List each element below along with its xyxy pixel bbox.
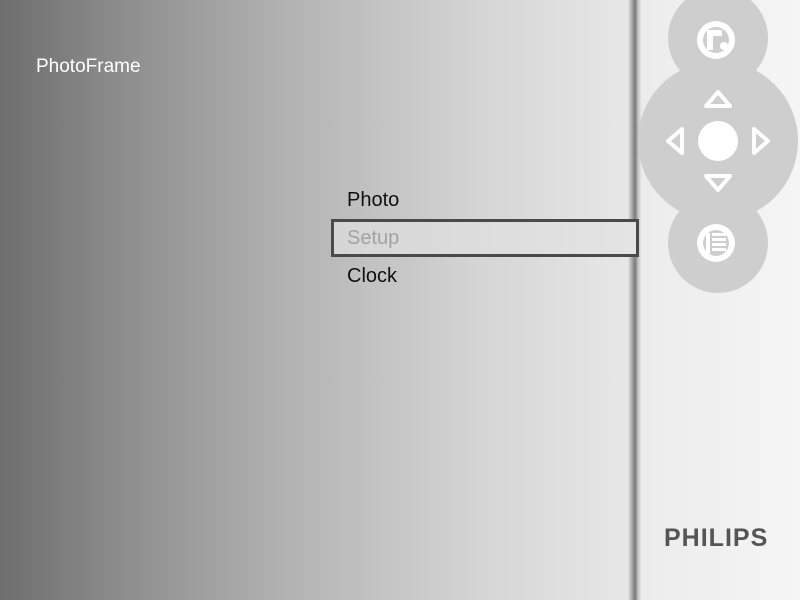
menu-button[interactable] bbox=[668, 193, 768, 293]
brand-logo: PHILIPS bbox=[664, 524, 769, 552]
side-panel bbox=[642, 0, 800, 600]
photoframe-screen: PhotoFrame Photo Setup Clock PHILIPS bbox=[0, 0, 800, 600]
menu-item-photo[interactable]: Photo bbox=[331, 181, 639, 219]
menu-item-clock[interactable]: Clock bbox=[331, 257, 639, 295]
main-menu: Photo Setup Clock bbox=[331, 181, 639, 295]
panel-divider bbox=[628, 0, 642, 600]
main-area bbox=[0, 0, 632, 600]
app-title: PhotoFrame bbox=[36, 56, 141, 77]
menu-item-setup[interactable]: Setup bbox=[331, 219, 639, 257]
ok-button[interactable] bbox=[698, 121, 738, 161]
menu-icon bbox=[697, 224, 735, 262]
slideshow-icon bbox=[697, 21, 735, 59]
